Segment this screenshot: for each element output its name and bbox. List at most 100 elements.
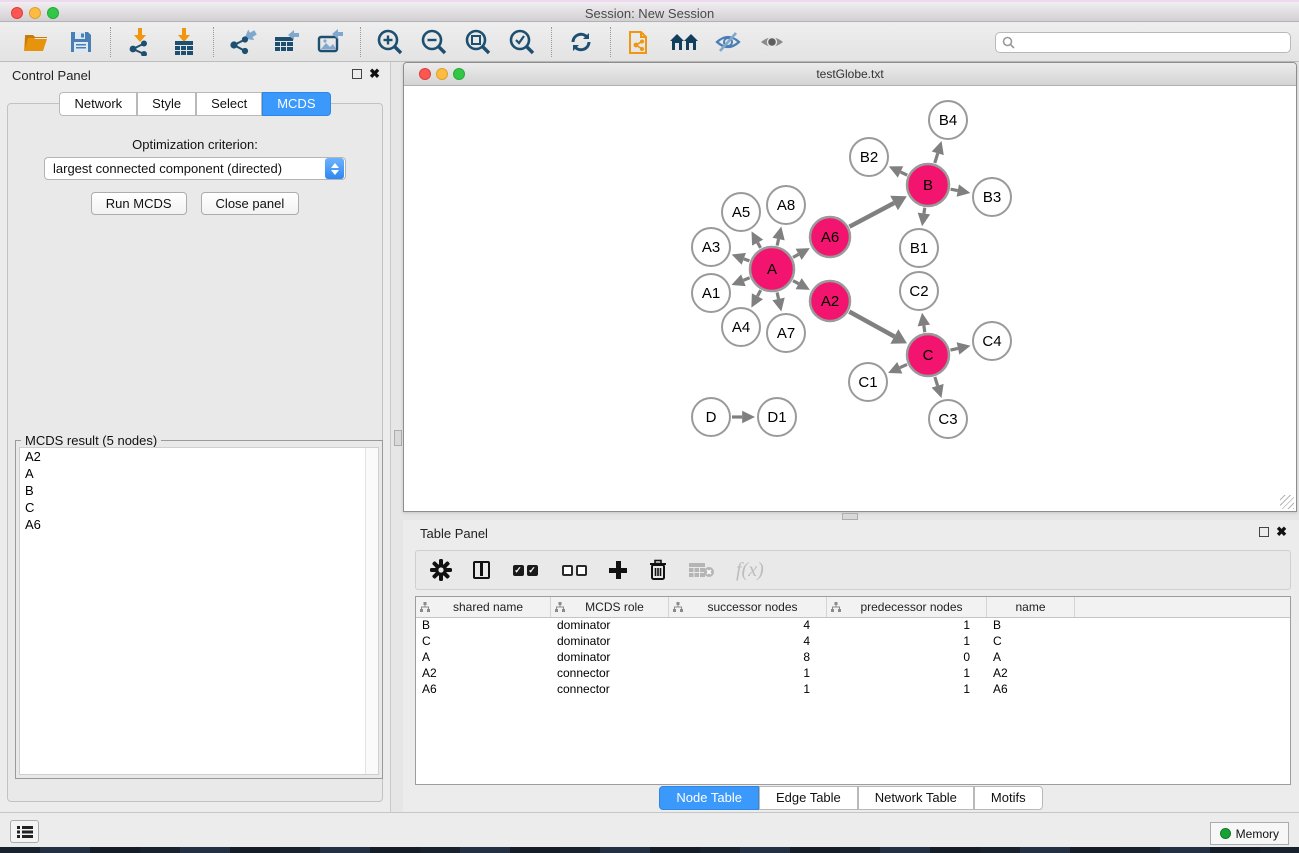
table-cell[interactable]: A6	[416, 682, 551, 698]
table-cell[interactable]: connector	[551, 682, 669, 698]
float-panel-icon[interactable]	[352, 69, 362, 79]
table-cell[interactable]: 1	[827, 634, 987, 650]
tab-network-table[interactable]: Network Table	[858, 786, 974, 810]
table-cell[interactable]: A	[416, 650, 551, 666]
table-cell[interactable]: 8	[669, 650, 827, 666]
table-cell[interactable]: 4	[669, 618, 827, 634]
import-table-icon[interactable]	[167, 26, 201, 58]
mcds-result-list[interactable]: A2ABCA6	[19, 447, 379, 775]
table-cell[interactable]: 1	[669, 666, 827, 682]
float-table-panel-icon[interactable]	[1259, 527, 1269, 537]
zoom-in-icon[interactable]	[373, 26, 407, 58]
network-view-window: testGlobe.txt B4B2BB3A5A8A6B1A3AA1C2A2A4…	[403, 62, 1297, 512]
close-panel-icon[interactable]: ✖	[369, 66, 380, 82]
zoom-out-icon[interactable]	[417, 26, 451, 58]
zoom-fit-icon[interactable]	[461, 26, 495, 58]
home-views-icon[interactable]	[667, 26, 701, 58]
column-header-predecessor-nodes[interactable]: predecessor nodes	[827, 597, 987, 617]
window-resize-grip[interactable]	[1280, 495, 1294, 509]
graph-node-label: D1	[767, 409, 786, 426]
edge-A-A8	[777, 239, 778, 246]
desktop-background	[0, 847, 1299, 853]
export-image-icon[interactable]	[314, 26, 348, 58]
network-canvas[interactable]: B4B2BB3A5A8A6B1A3AA1C2A2A4A7C4CC1C3DD1	[404, 86, 1296, 511]
table-row[interactable]: Adominator80A	[416, 650, 1290, 666]
mcds-result-item[interactable]: C	[20, 499, 378, 516]
column-header-MCDS-role[interactable]: MCDS role	[551, 597, 669, 617]
column-header-shared-name[interactable]: shared name	[416, 597, 551, 617]
mcds-result-item[interactable]: B	[20, 482, 378, 499]
run-mcds-button[interactable]: Run MCDS	[91, 192, 187, 215]
table-cell[interactable]: B	[416, 618, 551, 634]
table-cell[interactable]: A6	[987, 682, 1075, 698]
table-cell[interactable]: 0	[827, 650, 987, 666]
network-file-icon[interactable]	[623, 26, 657, 58]
table-cell[interactable]: 1	[669, 682, 827, 698]
table-cell[interactable]: dominator	[551, 650, 669, 666]
horizontal-split-grip[interactable]	[842, 513, 858, 520]
hide-eye-icon[interactable]	[711, 26, 745, 58]
tab-select[interactable]: Select	[196, 92, 262, 116]
export-table-icon[interactable]	[270, 26, 304, 58]
table-cell[interactable]: A2	[987, 666, 1075, 682]
table-cell[interactable]: A2	[416, 666, 551, 682]
select-columns-icon[interactable]	[473, 558, 490, 582]
search-input[interactable]	[1019, 35, 1284, 49]
table-cell[interactable]: connector	[551, 666, 669, 682]
table-row[interactable]: A6connector11A6	[416, 682, 1290, 698]
network-window-titlebar[interactable]: testGlobe.txt	[404, 63, 1296, 86]
mcds-result-item[interactable]: A2	[20, 448, 378, 465]
zoom-selected-icon[interactable]	[505, 26, 539, 58]
table-cell[interactable]: 4	[669, 634, 827, 650]
app-titlebar: Session: New Session	[0, 0, 1299, 22]
table-settings-gear-icon[interactable]	[430, 558, 452, 582]
column-header-successor-nodes[interactable]: successor nodes	[669, 597, 827, 617]
show-all-columns-icon[interactable]: ✓✓	[511, 558, 539, 582]
table-row[interactable]: Cdominator41C	[416, 634, 1290, 650]
close-panel-button[interactable]: Close panel	[201, 192, 300, 215]
show-eye-icon[interactable]	[755, 26, 789, 58]
tab-node-table[interactable]: Node Table	[659, 786, 759, 810]
import-network-icon[interactable]	[123, 26, 157, 58]
vertical-split-grip[interactable]	[394, 430, 402, 446]
export-network-icon[interactable]	[226, 26, 260, 58]
hide-all-columns-icon[interactable]	[560, 558, 588, 582]
tab-network[interactable]: Network	[59, 92, 137, 116]
mcds-result-item[interactable]: A	[20, 465, 378, 482]
edge-C-C4	[950, 348, 957, 350]
table-cell[interactable]: 1	[827, 618, 987, 634]
table-cell[interactable]: A	[987, 650, 1075, 666]
network-window-title: testGlobe.txt	[404, 67, 1296, 81]
delete-column-icon[interactable]	[648, 558, 668, 582]
column-header-name[interactable]: name	[987, 597, 1075, 617]
open-file-icon[interactable]	[20, 26, 54, 58]
table-header-row: shared nameMCDS rolesuccessor nodes prede…	[416, 597, 1290, 618]
table-cell[interactable]: B	[987, 618, 1075, 634]
add-column-icon[interactable]	[609, 558, 627, 582]
table-row[interactable]: Bdominator41B	[416, 618, 1290, 634]
mcds-result-item[interactable]: A6	[20, 516, 378, 533]
tab-edge-table[interactable]: Edge Table	[759, 786, 858, 810]
memory-button[interactable]: Memory	[1210, 822, 1289, 845]
edge-arrowhead	[918, 213, 930, 227]
table-cell[interactable]: 1	[827, 666, 987, 682]
task-history-button[interactable]	[10, 820, 39, 843]
table-cell[interactable]: C	[987, 634, 1075, 650]
tab-motifs[interactable]: Motifs	[974, 786, 1043, 810]
table-row[interactable]: A2connector11A2	[416, 666, 1290, 682]
list-scrollbar[interactable]	[365, 448, 378, 774]
table-cell[interactable]: dominator	[551, 634, 669, 650]
dropdown-stepper-icon	[325, 158, 344, 179]
table-cell[interactable]: dominator	[551, 618, 669, 634]
criterion-dropdown[interactable]: largest connected component (directed)	[44, 157, 346, 180]
tab-mcds[interactable]: MCDS	[262, 92, 330, 116]
graph-node-label: C4	[982, 333, 1001, 350]
tab-style[interactable]: Style	[137, 92, 196, 116]
column-header-label: predecessor nodes	[841, 600, 982, 614]
close-table-panel-icon[interactable]: ✖	[1276, 524, 1287, 540]
save-session-icon[interactable]	[64, 26, 98, 58]
table-cell[interactable]: C	[416, 634, 551, 650]
search-field[interactable]	[995, 32, 1291, 53]
refresh-icon[interactable]	[564, 26, 598, 58]
table-cell[interactable]: 1	[827, 682, 987, 698]
